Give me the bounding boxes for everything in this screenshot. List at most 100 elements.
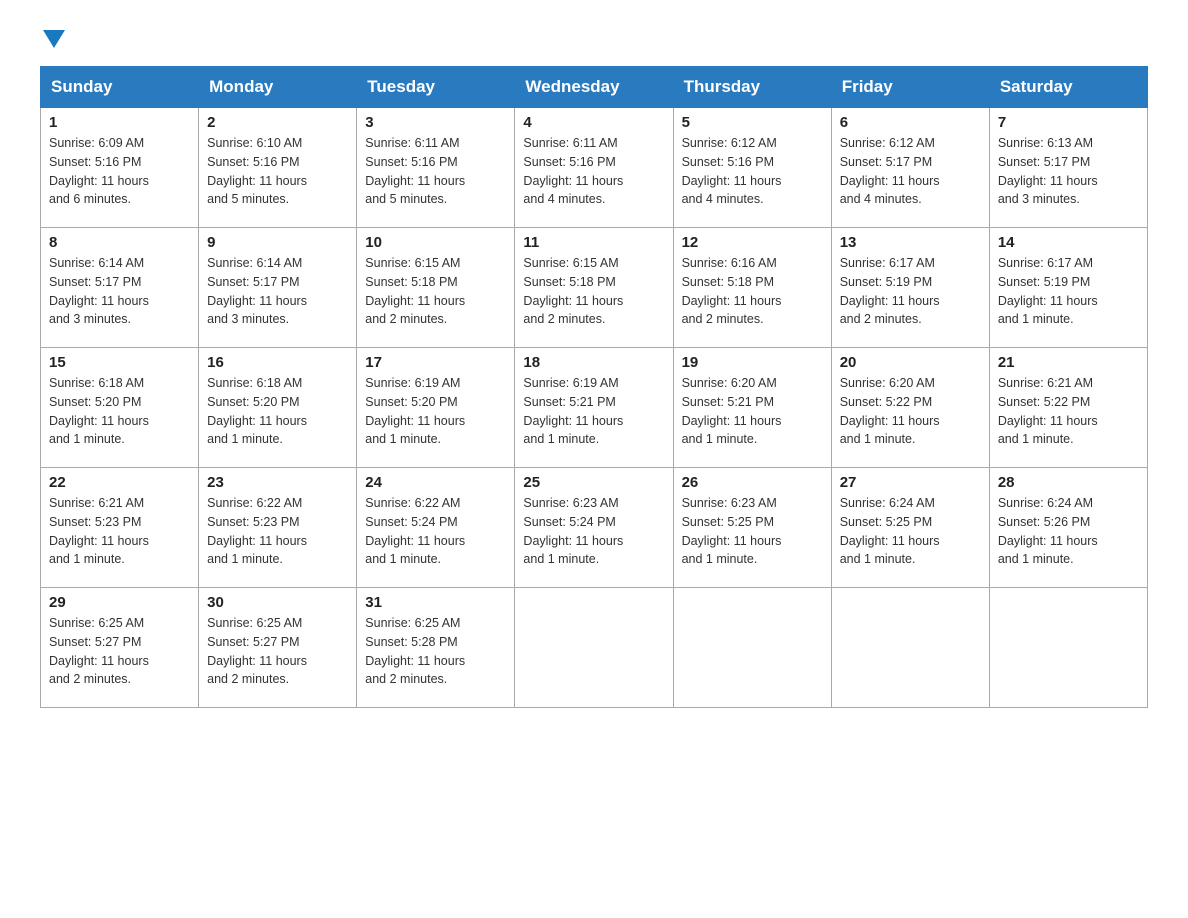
day-info: Sunrise: 6:18 AMSunset: 5:20 PMDaylight:…	[49, 374, 190, 449]
sunrise-label: Sunrise: 6:21 AM	[49, 496, 144, 510]
sunrise-label: Sunrise: 6:12 AM	[682, 136, 777, 150]
day-info: Sunrise: 6:11 AM Sunset: 5:16 PM Daylight:…	[365, 134, 506, 209]
page-header	[40, 30, 1148, 48]
week-row-3: 15Sunrise: 6:18 AMSunset: 5:20 PMDayligh…	[41, 348, 1148, 468]
day-info: Sunrise: 6:20 AMSunset: 5:21 PMDaylight:…	[682, 374, 823, 449]
daylight-minutes: and 2 minutes.	[682, 312, 764, 326]
sunset-label: Sunset: 5:18 PM	[365, 275, 457, 289]
day-info: Sunrise: 6:19 AMSunset: 5:21 PMDaylight:…	[523, 374, 664, 449]
sunrise-label: Sunrise: 6:25 AM	[365, 616, 460, 630]
sunrise-label: Sunrise: 6:18 AM	[207, 376, 302, 390]
sunrise-label: Sunrise: 6:20 AM	[840, 376, 935, 390]
sunrise-label: Sunrise: 6:24 AM	[840, 496, 935, 510]
col-header-saturday: Saturday	[989, 67, 1147, 108]
calendar-cell: 20Sunrise: 6:20 AMSunset: 5:22 PMDayligh…	[831, 348, 989, 468]
daylight-label: Daylight: 11 hours	[682, 414, 782, 428]
daylight-minutes: and 3 minutes.	[49, 312, 131, 326]
calendar-cell	[989, 588, 1147, 708]
daylight-label: Daylight: 11 hours	[365, 174, 465, 188]
calendar-cell: 3 Sunrise: 6:11 AM Sunset: 5:16 PM Daylight…	[357, 108, 515, 228]
day-info: Sunrise: 6:22 AMSunset: 5:23 PMDaylight:…	[207, 494, 348, 569]
daylight-minutes: and 1 minute.	[49, 432, 125, 446]
daylight-label: Daylight: 11 hours	[49, 294, 149, 308]
daylight-minutes: and 1 minute.	[840, 432, 916, 446]
day-number: 5	[682, 114, 823, 131]
day-number: 16	[207, 354, 348, 371]
daylight-label: Daylight: 11 hours	[523, 414, 623, 428]
calendar-cell: 25Sunrise: 6:23 AMSunset: 5:24 PMDayligh…	[515, 468, 673, 588]
sunset-label: Sunset: 5:25 PM	[682, 515, 774, 529]
sunset-label: Sunset: 5:19 PM	[840, 275, 932, 289]
day-info: Sunrise: 6:25 AM Sunset: 5:27 PM Daylight:…	[207, 614, 348, 689]
sunrise-label: Sunrise: 6:15 AM	[365, 256, 460, 270]
day-info: Sunrise: 6:14 AMSunset: 5:17 PMDaylight:…	[207, 254, 348, 329]
daylight-minutes: and 1 minute.	[523, 552, 599, 566]
daylight-minutes: and 2 minutes.	[365, 312, 447, 326]
daylight-label: Daylight: 11 hours	[998, 414, 1098, 428]
calendar-cell: 9Sunrise: 6:14 AMSunset: 5:17 PMDaylight…	[199, 228, 357, 348]
sunrise-label: Sunrise: 6:19 AM	[523, 376, 618, 390]
day-info: Sunrise: 6:15 AMSunset: 5:18 PMDaylight:…	[365, 254, 506, 329]
sunset-label: Sunset: 5:27 PM	[49, 635, 141, 649]
sunrise-label: Sunrise: 6:18 AM	[49, 376, 144, 390]
day-info: Sunrise: 6:18 AMSunset: 5:20 PMDaylight:…	[207, 374, 348, 449]
day-info: Sunrise: 6:15 AMSunset: 5:18 PMDaylight:…	[523, 254, 664, 329]
daylight-minutes: and 3 minutes.	[998, 192, 1080, 206]
calendar-cell: 28Sunrise: 6:24 AMSunset: 5:26 PMDayligh…	[989, 468, 1147, 588]
calendar-cell: 13Sunrise: 6:17 AMSunset: 5:19 PMDayligh…	[831, 228, 989, 348]
day-number: 3	[365, 114, 506, 131]
daylight-minutes: and 1 minute.	[365, 552, 441, 566]
sunset-label: Sunset: 5:26 PM	[998, 515, 1090, 529]
daylight-minutes: and 2 minutes.	[207, 672, 289, 686]
logo	[40, 30, 65, 48]
sunrise-label: Sunrise: 6:23 AM	[682, 496, 777, 510]
sunrise-label: Sunrise: 6:14 AM	[207, 256, 302, 270]
daylight-minutes: and 4 minutes.	[523, 192, 605, 206]
calendar-cell: 31Sunrise: 6:25 AMSunset: 5:28 PMDayligh…	[357, 588, 515, 708]
sunset-label: Sunset: 5:28 PM	[365, 635, 457, 649]
col-header-tuesday: Tuesday	[357, 67, 515, 108]
sunset-label: Sunset: 5:27 PM	[207, 635, 299, 649]
daylight-minutes: and 1 minute.	[49, 552, 125, 566]
daylight-label: Daylight: 11 hours	[207, 654, 307, 668]
daylight-minutes: and 1 minute.	[682, 432, 758, 446]
sunset-label: Sunset: 5:19 PM	[998, 275, 1090, 289]
calendar-cell	[831, 588, 989, 708]
day-number: 27	[840, 474, 981, 491]
day-info: Sunrise: 6:12 AMSunset: 5:17 PMDaylight:…	[840, 134, 981, 209]
day-number: 1	[49, 114, 190, 131]
sunrise-label: Sunrise: 6:24 AM	[998, 496, 1093, 510]
calendar-cell: 18Sunrise: 6:19 AMSunset: 5:21 PMDayligh…	[515, 348, 673, 468]
day-number: 2	[207, 114, 348, 131]
sunrise-label: Sunrise: 6:20 AM	[682, 376, 777, 390]
day-number: 6	[840, 114, 981, 131]
daylight-label: Daylight: 11 hours	[207, 294, 307, 308]
day-number: 20	[840, 354, 981, 371]
daylight-label: Daylight: 11 hours	[523, 294, 623, 308]
daylight-minutes: and 1 minute.	[682, 552, 758, 566]
sunrise-label: Sunrise: 6:12 AM	[840, 136, 935, 150]
day-info: Sunrise: 6:23 AMSunset: 5:24 PMDaylight:…	[523, 494, 664, 569]
day-number: 22	[49, 474, 190, 491]
daylight-label: Daylight: 11 hours	[365, 654, 465, 668]
day-number: 24	[365, 474, 506, 491]
week-row-2: 8Sunrise: 6:14 AMSunset: 5:17 PMDaylight…	[41, 228, 1148, 348]
sunset-label: Sunset: 5:18 PM	[523, 275, 615, 289]
day-info: Sunrise: 6:23 AMSunset: 5:25 PMDaylight:…	[682, 494, 823, 569]
daylight-label: Daylight: 11 hours	[49, 654, 149, 668]
col-header-monday: Monday	[199, 67, 357, 108]
sunset-label: Sunset: 5:20 PM	[365, 395, 457, 409]
sunrise-label: Sunrise: 6:17 AM	[998, 256, 1093, 270]
sunrise-label: Sunrise: 6:25 AM	[207, 616, 302, 630]
sunrise-label: Sunrise: 6:19 AM	[365, 376, 460, 390]
day-info: Sunrise: 6:22 AMSunset: 5:24 PMDaylight:…	[365, 494, 506, 569]
sunset-label: Sunset: 5:16 PM	[365, 155, 457, 169]
sunrise-label: Sunrise: 6:11 AM	[365, 136, 459, 150]
calendar-header: SundayMondayTuesdayWednesdayThursdayFrid…	[41, 67, 1148, 108]
day-info: Sunrise: 6:16 AMSunset: 5:18 PMDaylight:…	[682, 254, 823, 329]
daylight-minutes: and 1 minute.	[998, 312, 1074, 326]
day-number: 28	[998, 474, 1139, 491]
calendar-cell: 29Sunrise: 6:25 AMSunset: 5:27 PMDayligh…	[41, 588, 199, 708]
daylight-label: Daylight: 11 hours	[49, 534, 149, 548]
calendar-table: SundayMondayTuesdayWednesdayThursdayFrid…	[40, 66, 1148, 708]
